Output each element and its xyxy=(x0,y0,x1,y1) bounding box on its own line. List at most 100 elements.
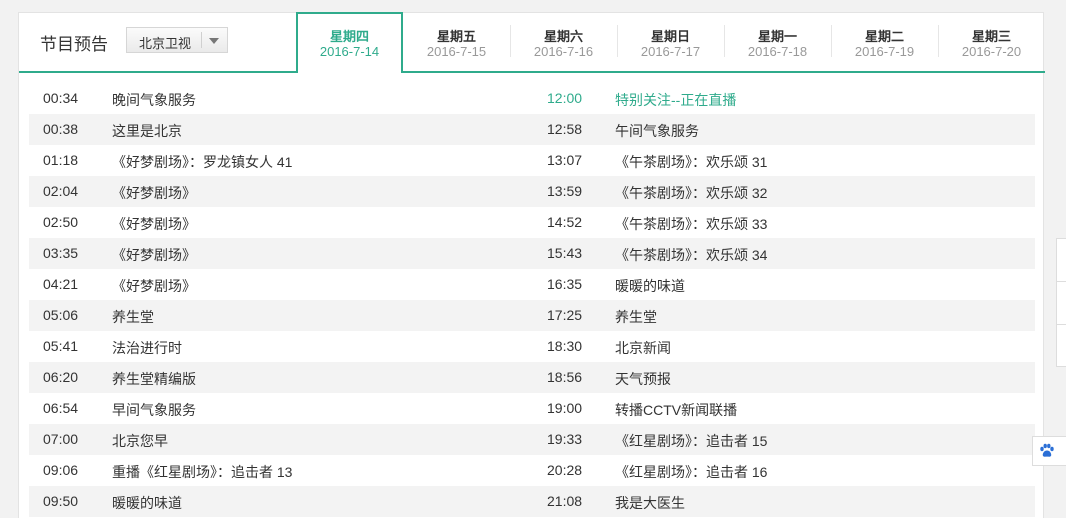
chevron-down-icon xyxy=(209,38,219,44)
program-title[interactable]: 重播《红星剧场》：追击者 13 xyxy=(112,462,292,482)
schedule-row: 00:34 晚间气象服务 12:00 特别关注--正在直播 xyxy=(29,83,1035,114)
program-title[interactable]: 养生堂精编版 xyxy=(112,369,196,389)
tab-day[interactable]: 星期日 2016-7-17 xyxy=(617,13,724,71)
paw-button[interactable] xyxy=(1032,436,1066,466)
tab-day[interactable]: 星期六 2016-7-16 xyxy=(510,13,617,71)
program-title[interactable]: 暖暖的味道 xyxy=(112,493,182,513)
tab-date-label: 2016-7-17 xyxy=(640,44,701,59)
program-time: 18:56 xyxy=(547,369,583,385)
program-time: 03:35 xyxy=(43,245,79,261)
program-time: 09:50 xyxy=(43,493,79,509)
page-title: 节目预告 xyxy=(40,35,108,54)
channel-select-value: 北京卫视 xyxy=(139,36,192,51)
schedule-row: 02:50 《好梦剧场》 14:52 《午茶剧场》：欢乐颂 33 xyxy=(29,207,1035,238)
schedule-row: 05:06 养生堂 17:25 养生堂 xyxy=(29,300,1035,331)
program-title[interactable]: 《好梦剧场》 xyxy=(112,276,196,296)
program-time: 01:18 xyxy=(43,152,79,168)
tab-date-label: 2016-7-16 xyxy=(533,44,594,59)
schedule-list: 00:34 晚间气象服务 12:00 特别关注--正在直播 00:38 这里是北京 12:5… xyxy=(29,83,1035,517)
tab-day-label: 星期日 xyxy=(650,29,690,44)
program-time: 09:06 xyxy=(43,462,79,478)
schedule-row: 06:54 早间气象服务 19:00 转播CCTV新闻联播 xyxy=(29,393,1035,424)
program-time: 07:00 xyxy=(43,431,79,447)
side-toolbar-divider xyxy=(1057,324,1066,325)
program-title[interactable]: 《好梦剧场》 xyxy=(112,183,196,203)
tab-date-label: 2016-7-15 xyxy=(426,44,487,59)
program-title[interactable]: 早间气象服务 xyxy=(112,400,196,420)
program-title[interactable]: 《好梦剧场》 xyxy=(112,245,196,265)
program-time: 00:34 xyxy=(43,90,79,106)
tab-day[interactable]: 星期五 2016-7-15 xyxy=(403,13,510,71)
tab-day-label: 星期六 xyxy=(543,29,583,44)
program-time: 02:50 xyxy=(43,214,79,230)
program-title[interactable]: 《红星剧场》：追击者 16 xyxy=(615,462,767,482)
tab-date-label: 2016-7-19 xyxy=(854,44,915,59)
tab-day[interactable]: 星期二 2016-7-19 xyxy=(831,13,938,71)
program-title[interactable]: 法治进行时 xyxy=(112,338,182,358)
schedule-row: 00:38 这里是北京 12:58 午间气象服务 xyxy=(29,114,1035,145)
program-time: 21:08 xyxy=(547,493,583,509)
program-title[interactable]: 北京新闻 xyxy=(615,338,671,358)
program-title[interactable]: 养生堂 xyxy=(112,307,154,327)
paw-icon xyxy=(1040,443,1054,457)
schedule-row: 07:00 北京您早 19:33 《红星剧场》：追击者 15 xyxy=(29,424,1035,455)
program-title[interactable]: 北京您早 xyxy=(112,431,168,451)
program-time: 13:07 xyxy=(547,152,583,168)
program-title[interactable]: 暖暖的味道 xyxy=(615,276,685,296)
program-time: 04:21 xyxy=(43,276,79,292)
schedule-row: 05:41 法治进行时 18:30 北京新闻 xyxy=(29,331,1035,362)
program-title[interactable]: 《午茶剧场》：欢乐颂 32 xyxy=(615,183,767,203)
select-divider xyxy=(201,32,202,48)
side-toolbar[interactable] xyxy=(1056,238,1066,367)
schedule-row: 04:21 《好梦剧场》 16:35 暖暖的味道 xyxy=(29,269,1035,300)
program-time: 06:54 xyxy=(43,400,79,416)
schedule-row: 09:06 重播《红星剧场》：追击者 13 20:28 《红星剧场》：追击者 16 xyxy=(29,455,1035,486)
program-time: 06:20 xyxy=(43,369,79,385)
program-time: 15:43 xyxy=(547,245,583,261)
tab-date-label: 2016-7-18 xyxy=(747,44,808,59)
program-time: 05:06 xyxy=(43,307,79,323)
side-toolbar-divider xyxy=(1057,281,1066,282)
schedule-row: 02:04 《好梦剧场》 13:59 《午茶剧场》：欢乐颂 32 xyxy=(29,176,1035,207)
program-time: 12:58 xyxy=(547,121,583,137)
program-time: 14:52 xyxy=(547,214,583,230)
tab-day-label: 星期二 xyxy=(864,29,904,44)
program-title[interactable]: 午间气象服务 xyxy=(615,121,699,141)
program-title[interactable]: 这里是北京 xyxy=(112,121,182,141)
program-time: 05:41 xyxy=(43,338,79,354)
schedule-row: 06:20 养生堂精编版 18:56 天气预报 xyxy=(29,362,1035,393)
program-time: 00:38 xyxy=(43,121,79,137)
program-time: 18:30 xyxy=(547,338,583,354)
schedule-row: 01:18 《好梦剧场》：罗龙镇女人 41 13:07 《午茶剧场》：欢乐颂 31 xyxy=(29,145,1035,176)
tab-day-label: 星期五 xyxy=(436,29,476,44)
program-title[interactable]: 养生堂 xyxy=(615,307,657,327)
program-title[interactable]: 天气预报 xyxy=(615,369,671,389)
program-title[interactable]: 《午茶剧场》：欢乐颂 31 xyxy=(615,152,767,172)
tab-day-label: 星期一 xyxy=(757,29,797,44)
program-title[interactable]: 《午茶剧场》：欢乐颂 33 xyxy=(615,214,767,234)
program-time: 19:00 xyxy=(547,400,583,416)
program-time: 13:59 xyxy=(547,183,583,199)
program-title[interactable]: 《好梦剧场》：罗龙镇女人 41 xyxy=(112,152,292,172)
tab-day[interactable]: 星期四 2016-7-14 xyxy=(296,12,403,75)
program-title[interactable]: 晚间气象服务 xyxy=(112,90,196,110)
program-guide-panel: 节目预告 北京卫视 星期四 2016-7-14 星期五 2016-7-15 星期六 201… xyxy=(18,12,1045,518)
program-time: 02:04 xyxy=(43,183,79,199)
tab-day[interactable]: 星期一 2016-7-18 xyxy=(724,13,831,71)
channel-select[interactable]: 北京卫视 xyxy=(126,27,228,53)
program-title[interactable]: 我是大医生 xyxy=(615,493,685,513)
program-time: 19:33 xyxy=(547,431,583,447)
tab-date-label: 2016-7-14 xyxy=(319,44,380,59)
program-time: 17:25 xyxy=(547,307,583,323)
live-program-time: 12:00 xyxy=(547,90,583,106)
live-program-title[interactable]: 特别关注--正在直播 xyxy=(615,90,736,110)
program-title[interactable]: 《红星剧场》：追击者 15 xyxy=(615,431,767,451)
program-title[interactable]: 《午茶剧场》：欢乐颂 34 xyxy=(615,245,767,265)
schedule-row: 03:35 《好梦剧场》 15:43 《午茶剧场》：欢乐颂 34 xyxy=(29,238,1035,269)
program-time: 20:28 xyxy=(547,462,583,478)
program-title[interactable]: 《好梦剧场》 xyxy=(112,214,196,234)
guide-header: 节目预告 北京卫视 星期四 2016-7-14 星期五 2016-7-15 星期六 201… xyxy=(19,12,1045,75)
tab-date-label: 2016-7-20 xyxy=(961,44,1022,59)
program-title[interactable]: 转播CCTV新闻联播 xyxy=(615,400,737,420)
tab-day[interactable]: 星期三 2016-7-20 xyxy=(938,13,1045,71)
